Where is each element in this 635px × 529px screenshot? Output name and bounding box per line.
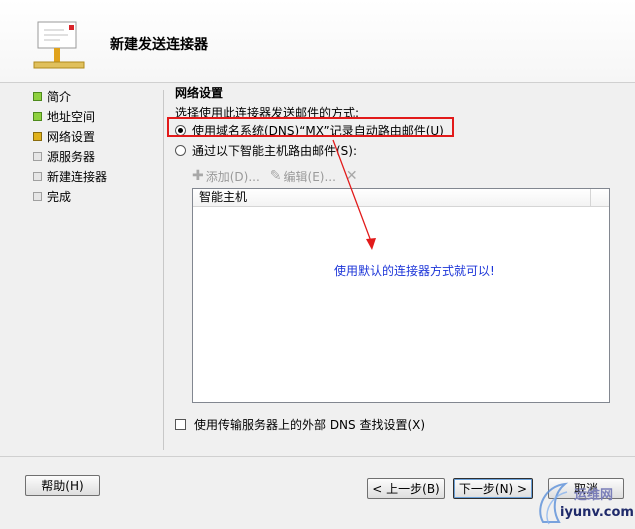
watermark-url: iyunv.com — [560, 505, 634, 520]
checkbox-label: 使用传输服务器上的外部 DNS 查找设置(X) — [194, 417, 426, 432]
footer-divider — [0, 456, 635, 457]
plus-icon: ✚ — [192, 168, 204, 184]
step-complete: 完成 — [33, 187, 71, 205]
pencil-icon: ✎ — [269, 168, 282, 184]
step-label: 网络设置 — [47, 129, 96, 144]
radio-unselected-icon[interactable] — [175, 144, 186, 156]
smart-host-list[interactable]: 智能主机 — [192, 188, 610, 403]
step-pending-icon — [33, 191, 42, 201]
edit-button[interactable]: ✎ 编辑(E)... — [270, 168, 336, 185]
step-label: 地址空间 — [47, 109, 96, 124]
step-intro: 简介 — [33, 87, 71, 105]
delete-x-icon: ✕ — [345, 168, 358, 184]
step-current-icon — [33, 131, 42, 141]
step-label: 源服务器 — [47, 149, 96, 164]
column-header-smart-host[interactable]: 智能主机 — [193, 189, 591, 206]
external-dns-option[interactable]: 使用传输服务器上的外部 DNS 查找设置(X) — [175, 415, 425, 433]
add-button[interactable]: ✚ 添加(D)... — [192, 168, 260, 185]
highlight-box — [167, 117, 454, 137]
next-button[interactable]: 下一步(N) > — [453, 478, 533, 499]
step-network-settings: 网络设置 — [33, 127, 95, 145]
step-pending-icon — [33, 171, 42, 181]
column-header-empty — [591, 189, 609, 206]
step-new-connector: 新建连接器 — [33, 167, 107, 185]
list-header: 智能主机 — [193, 189, 609, 207]
section-title: 网络设置 — [175, 86, 224, 100]
remove-button[interactable]: ✕ — [346, 168, 360, 184]
step-pending-icon — [33, 151, 42, 161]
wizard-header: 新建发送连接器 — [0, 0, 635, 82]
add-label: 添加(D)... — [205, 169, 260, 184]
back-button[interactable]: < 上一步(B) — [367, 478, 445, 499]
annotation-text: 使用默认的连接器方式就可以! — [334, 264, 495, 278]
panel-divider — [163, 90, 164, 450]
radio-label: 通过以下智能主机路由邮件(S): — [192, 143, 358, 158]
help-button[interactable]: 帮助(H) — [25, 475, 100, 496]
smart-host-toolbar: ✚ 添加(D)... ✎ 编辑(E)... ✕ — [192, 167, 370, 185]
edit-label: 编辑(E)... — [283, 169, 336, 184]
watermark-text: 运维网 — [574, 488, 614, 503]
radio-smart-host[interactable]: 通过以下智能主机路由邮件(S): — [175, 141, 357, 159]
step-done-icon — [33, 91, 42, 101]
step-label: 新建连接器 — [47, 169, 108, 184]
step-label: 完成 — [47, 189, 72, 204]
page-title: 新建发送连接器 — [110, 37, 208, 53]
step-label: 简介 — [47, 89, 72, 104]
step-source-server: 源服务器 — [33, 147, 95, 165]
connector-icon — [33, 21, 85, 69]
checkbox-unchecked-icon[interactable] — [175, 418, 186, 430]
step-done-icon — [33, 111, 42, 121]
step-address-space: 地址空间 — [33, 107, 95, 125]
